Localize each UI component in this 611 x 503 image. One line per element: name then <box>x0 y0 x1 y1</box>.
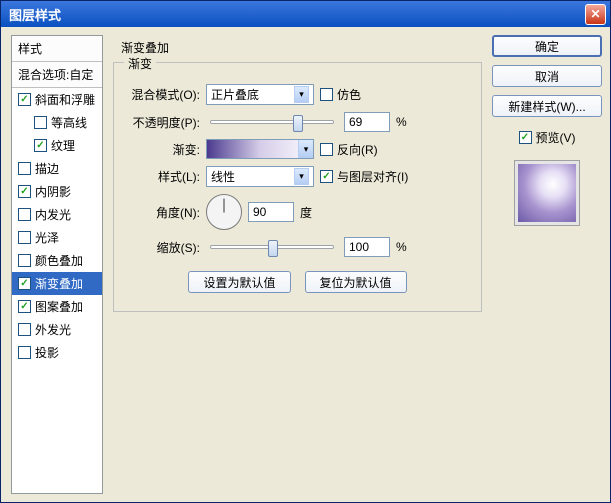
chevron-down-icon: ▾ <box>294 168 309 185</box>
checkbox-icon[interactable] <box>18 93 31 106</box>
sidebar-item-label: 光泽 <box>35 229 59 246</box>
sidebar-item[interactable]: 等高线 <box>12 111 102 134</box>
checkbox-icon[interactable] <box>18 208 31 221</box>
group-title: 渐变 <box>124 55 156 72</box>
sidebar-item[interactable]: 描边 <box>12 157 102 180</box>
angle-label: 角度(N): <box>124 204 200 221</box>
sidebar-item-label: 纹理 <box>51 137 75 154</box>
dialog-content: 样式 混合选项:自定 斜面和浮雕等高线纹理描边内阴影内发光光泽颜色叠加渐变叠加图… <box>1 27 610 502</box>
ok-button[interactable]: 确定 <box>492 35 602 57</box>
checkbox-icon[interactable] <box>18 231 31 244</box>
sidebar-item[interactable]: 光泽 <box>12 226 102 249</box>
sidebar-item-label: 投影 <box>35 344 59 361</box>
blend-mode-value: 正片叠底 <box>211 86 259 103</box>
gradient-picker[interactable]: ▾ <box>206 139 314 159</box>
main-panel: 渐变叠加 渐变 混合模式(O): 正片叠底 ▾ 仿色 不透明度(P): <box>103 35 492 494</box>
new-style-button[interactable]: 新建样式(W)... <box>492 95 602 117</box>
checkbox-icon <box>320 170 333 183</box>
preview-label: 预览(V) <box>536 129 576 146</box>
checkbox-icon[interactable] <box>18 300 31 313</box>
gradient-label: 渐变: <box>124 141 200 158</box>
reverse-label: 反向(R) <box>337 141 378 158</box>
sidebar-item-label: 图案叠加 <box>35 298 83 315</box>
sidebar-item[interactable]: 内发光 <box>12 203 102 226</box>
sidebar-item-label: 颜色叠加 <box>35 252 83 269</box>
angle-input[interactable]: 90 <box>248 202 294 222</box>
angle-dial[interactable] <box>206 194 242 230</box>
preview-image <box>518 164 576 222</box>
checkbox-icon <box>320 88 333 101</box>
styles-tab[interactable]: 样式 <box>12 36 102 62</box>
reverse-checkbox[interactable]: 反向(R) <box>320 141 378 158</box>
percent-label: % <box>396 115 407 129</box>
checkbox-icon[interactable] <box>18 162 31 175</box>
scale-input[interactable]: 100 <box>344 237 390 257</box>
sidebar-item[interactable]: 颜色叠加 <box>12 249 102 272</box>
blend-mode-label: 混合模式(O): <box>124 86 200 103</box>
sidebar-item[interactable]: 外发光 <box>12 318 102 341</box>
sidebar-item-label: 内发光 <box>35 206 71 223</box>
checkbox-icon <box>320 143 333 156</box>
checkbox-icon[interactable] <box>18 323 31 336</box>
slider-thumb[interactable] <box>268 240 278 257</box>
checkbox-icon[interactable] <box>34 139 47 152</box>
set-default-button[interactable]: 设置为默认值 <box>188 271 290 293</box>
angle-unit: 度 <box>300 204 312 221</box>
sidebar-item-label: 外发光 <box>35 321 71 338</box>
sidebar-item[interactable]: 纹理 <box>12 134 102 157</box>
reset-default-button[interactable]: 复位为默认值 <box>305 271 407 293</box>
checkbox-icon[interactable] <box>18 346 31 359</box>
sidebar-item-label: 描边 <box>35 160 59 177</box>
checkbox-icon[interactable] <box>18 185 31 198</box>
chevron-down-icon: ▾ <box>294 86 309 103</box>
style-label: 样式(L): <box>124 168 200 185</box>
opacity-slider[interactable] <box>210 120 334 124</box>
sidebar-item[interactable]: 图案叠加 <box>12 295 102 318</box>
checkbox-icon[interactable] <box>34 116 47 129</box>
preview-thumbnail <box>514 160 580 226</box>
sidebar-item[interactable]: 渐变叠加 <box>12 272 102 295</box>
align-checkbox[interactable]: 与图层对齐(I) <box>320 168 408 185</box>
sidebar-item-label: 等高线 <box>51 114 87 131</box>
preview-checkbox[interactable]: 预览(V) <box>492 129 602 146</box>
checkbox-icon[interactable] <box>18 277 31 290</box>
chevron-down-icon: ▾ <box>298 140 313 158</box>
sidebar-item[interactable]: 内阴影 <box>12 180 102 203</box>
checkbox-icon <box>519 131 532 144</box>
styles-sidebar: 样式 混合选项:自定 斜面和浮雕等高线纹理描边内阴影内发光光泽颜色叠加渐变叠加图… <box>11 35 103 494</box>
sidebar-item[interactable]: 投影 <box>12 341 102 364</box>
dither-label: 仿色 <box>337 86 361 103</box>
gradient-group: 渐变 混合模式(O): 正片叠底 ▾ 仿色 不透明度(P): <box>113 62 482 312</box>
opacity-input[interactable]: 69 <box>344 112 390 132</box>
right-panel: 确定 取消 新建样式(W)... 预览(V) <box>492 35 602 494</box>
sidebar-item[interactable]: 斜面和浮雕 <box>12 88 102 111</box>
sidebar-item-label: 渐变叠加 <box>35 275 83 292</box>
percent-label: % <box>396 240 407 254</box>
blend-mode-select[interactable]: 正片叠底 ▾ <box>206 84 314 105</box>
layer-style-dialog: 图层样式 ✕ 样式 混合选项:自定 斜面和浮雕等高线纹理描边内阴影内发光光泽颜色… <box>0 0 611 503</box>
dither-checkbox[interactable]: 仿色 <box>320 86 361 103</box>
opacity-label: 不透明度(P): <box>124 114 200 131</box>
scale-label: 缩放(S): <box>124 239 200 256</box>
slider-thumb[interactable] <box>293 115 303 132</box>
close-icon[interactable]: ✕ <box>585 4 606 25</box>
blend-options-tab[interactable]: 混合选项:自定 <box>12 62 102 88</box>
style-select[interactable]: 线性 ▾ <box>206 166 314 187</box>
style-value: 线性 <box>211 168 235 185</box>
scale-slider[interactable] <box>210 245 334 249</box>
titlebar: 图层样式 ✕ <box>1 1 610 27</box>
align-label: 与图层对齐(I) <box>337 168 408 185</box>
window-title: 图层样式 <box>5 5 585 24</box>
sidebar-item-label: 斜面和浮雕 <box>35 91 95 108</box>
cancel-button[interactable]: 取消 <box>492 65 602 87</box>
section-title: 渐变叠加 <box>121 39 482 56</box>
checkbox-icon[interactable] <box>18 254 31 267</box>
sidebar-item-label: 内阴影 <box>35 183 71 200</box>
